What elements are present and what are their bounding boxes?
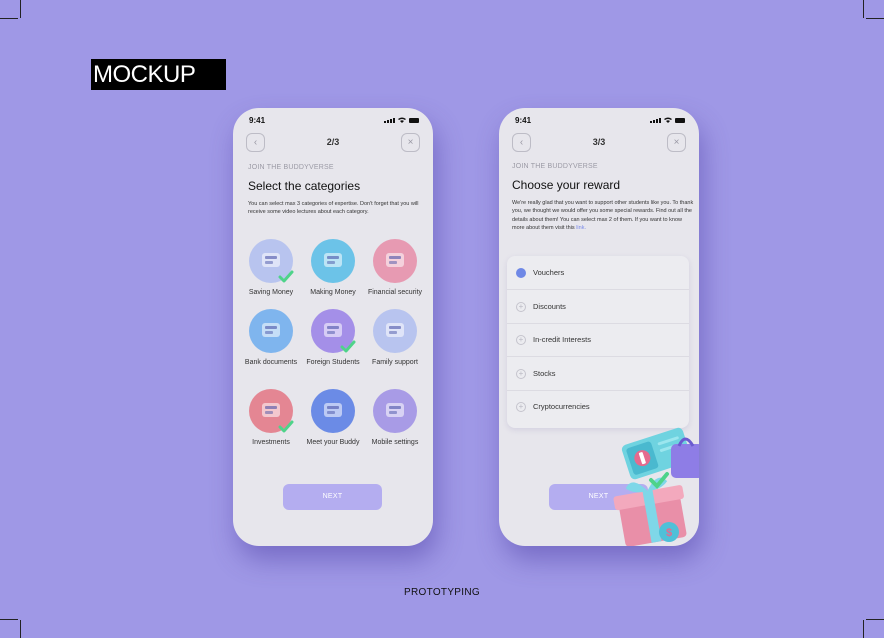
footer-label: PROTOTYPING: [404, 587, 480, 598]
close-button[interactable]: ×: [401, 133, 420, 152]
page-title: Select the categories: [248, 179, 361, 193]
category-item[interactable]: Bank documents: [240, 309, 302, 368]
crop-mark: [863, 0, 864, 18]
gears-icon: [386, 403, 404, 417]
mockup-title: MOCKUP: [91, 59, 226, 90]
category-item[interactable]: Foreign Students: [302, 309, 364, 368]
crop-mark: [866, 619, 884, 620]
documents-icon: [262, 323, 280, 337]
category-label: Investments: [252, 439, 290, 446]
reward-option[interactable]: + Discounts: [507, 290, 689, 324]
checkmark-icon: [278, 270, 294, 283]
info-link[interactable]: link.: [576, 225, 586, 231]
checkmark-icon: [340, 340, 356, 353]
checkmark-icon: [278, 420, 294, 433]
category-label: Family support: [372, 359, 418, 366]
category-label: Bank documents: [244, 359, 298, 366]
category-item[interactable]: Saving Money: [240, 239, 302, 298]
category-label: Meet your Buddy: [306, 439, 360, 446]
gift-voucher-illustration: $: [613, 427, 699, 546]
next-button[interactable]: NEXT: [283, 484, 382, 510]
status-time: 9:41: [249, 116, 266, 125]
crop-mark: [863, 620, 864, 638]
page-title: Choose your reward: [512, 178, 621, 192]
reward-option[interactable]: + In-credit Interests: [507, 323, 689, 358]
category-item[interactable]: Mobile settings: [364, 389, 426, 448]
category-icon-circle: [373, 389, 417, 433]
reward-label: Vouchers: [533, 268, 565, 277]
status-bar: 9:41: [249, 116, 419, 126]
close-icon: ×: [407, 137, 414, 148]
category-item[interactable]: Making Money: [302, 239, 364, 298]
category-item[interactable]: Financial security: [364, 239, 426, 298]
category-label: Foreign Students: [306, 359, 360, 366]
svg-text:$: $: [666, 527, 672, 539]
category-item[interactable]: Meet your Buddy: [302, 389, 364, 448]
category-icon-circle: [249, 389, 294, 433]
category-item[interactable]: Family support: [364, 309, 426, 368]
status-icons: [384, 117, 419, 123]
category-label: Saving Money: [248, 289, 294, 296]
category-icon-circle: [249, 309, 293, 353]
crop-mark: [0, 619, 18, 620]
cup-icon: [324, 403, 342, 417]
crop-mark: [20, 620, 21, 638]
radio-selected-icon[interactable]: [516, 268, 526, 278]
phone-screen-rewards: 9:41 ‹ 3/3 × JOIN THE BUDDYVERSE Choose …: [499, 108, 699, 546]
wifi-icon: [664, 117, 672, 123]
page-description: You can select max 3 categories of exper…: [248, 201, 419, 216]
family-icon: [386, 323, 404, 337]
cash-register-icon: [324, 253, 342, 267]
eyebrow-text: JOIN THE BUDDYVERSE: [248, 164, 334, 171]
battery-icon: [675, 118, 685, 123]
reward-label: Cryptocurrencies: [533, 402, 590, 412]
close-button[interactable]: ×: [667, 133, 686, 152]
crop-mark: [866, 18, 884, 19]
status-time: 9:41: [515, 116, 532, 125]
reward-option[interactable]: Vouchers: [507, 256, 689, 290]
signal-icon: [650, 118, 661, 123]
category-label: Financial security: [367, 289, 423, 296]
reward-options-card: Vouchers + Discounts + In-credit Interests + S…: [507, 256, 689, 428]
description-text: We're really glad that you want to suppo…: [512, 200, 694, 231]
plus-icon[interactable]: +: [516, 402, 526, 413]
category-icon-circle: [249, 239, 294, 283]
category-label: Making Money: [310, 289, 356, 296]
wifi-icon: [398, 117, 406, 123]
crop-mark: [0, 18, 18, 19]
status-bar: 9:41: [515, 116, 685, 126]
category-icon-circle: [373, 239, 417, 283]
reward-label: Discounts: [533, 301, 566, 311]
category-icon-circle: [311, 389, 355, 433]
plus-icon[interactable]: +: [516, 301, 526, 312]
reward-label: Stocks: [533, 368, 556, 378]
page-description: We're really glad that you want to suppo…: [512, 199, 694, 232]
category-icon-circle: [311, 239, 355, 283]
signal-icon: [384, 118, 395, 123]
plus-icon[interactable]: +: [516, 368, 526, 379]
shield-icon: [386, 253, 404, 267]
reward-option[interactable]: + Cryptocurrencies: [507, 390, 689, 424]
reward-option[interactable]: + Stocks: [507, 357, 689, 391]
category-icon-circle: [311, 309, 356, 353]
category-item[interactable]: Investments: [240, 389, 302, 448]
eyebrow-text: JOIN THE BUDDYVERSE: [512, 163, 598, 170]
close-icon: ×: [673, 137, 680, 148]
crop-mark: [20, 0, 21, 18]
category-label: Mobile settings: [371, 439, 419, 446]
battery-icon: [409, 118, 419, 123]
category-icon-circle: [373, 309, 417, 353]
status-icons: [650, 117, 685, 123]
plus-icon[interactable]: +: [516, 335, 526, 346]
reward-label: In-credit Interests: [533, 335, 591, 345]
phone-screen-categories: 9:41 ‹ 2/3 × JOIN THE BUDDYVERSE Select …: [233, 108, 433, 546]
